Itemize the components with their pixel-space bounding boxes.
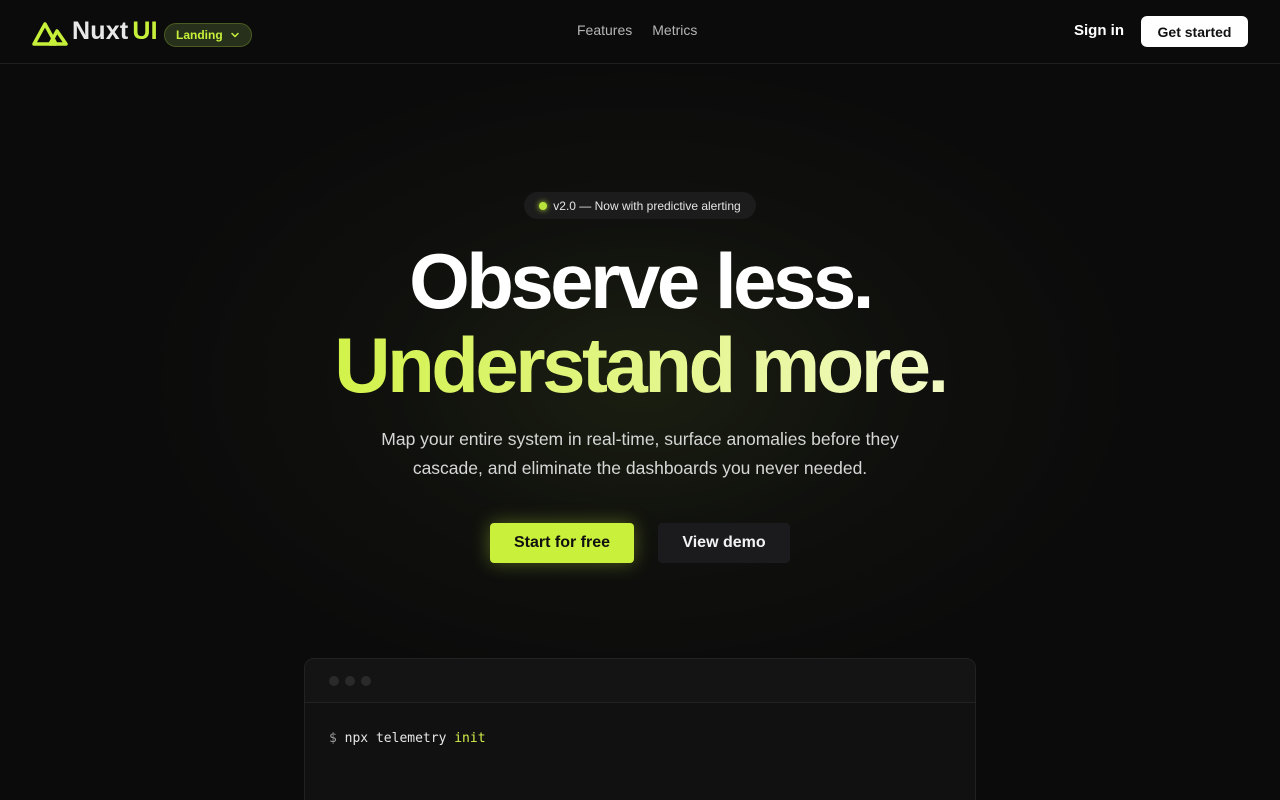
brand-name: Nuxt UI: [72, 17, 158, 45]
main-nav: Features Metrics: [577, 22, 697, 38]
hero-subtitle: Map your entire system in real-time, sur…: [381, 429, 899, 478]
hero-headline-line2-text: Understand more.: [334, 321, 949, 409]
start-free-button[interactable]: Start for free: [490, 523, 634, 563]
terminal-command-text: npx telemetry: [344, 731, 447, 746]
status-dot-icon: [539, 201, 548, 210]
get-started-button[interactable]: Get started: [1141, 16, 1248, 47]
template-select[interactable]: Landing: [164, 23, 252, 47]
hero-headline-line1: Observe less.: [409, 237, 874, 325]
hero-headline-line2: Understand more.: [0, 320, 1280, 410]
brand-logo[interactable]: Nuxt UI: [32, 17, 158, 46]
release-badge[interactable]: v2.0 — Now with predictive alerting: [524, 192, 756, 219]
release-badge-label: v2.0 — Now with predictive alerting: [553, 198, 741, 213]
template-select-value: Landing: [176, 28, 223, 42]
terminal-command-arg: init: [454, 731, 486, 746]
signin-link[interactable]: Sign in: [1074, 22, 1124, 39]
window-dot-icon: [329, 676, 339, 686]
terminal-window: $ npx telemetry init: [304, 658, 976, 800]
nuxt-logo-icon: [32, 21, 68, 46]
terminal-command[interactable]: $ npx telemetry init: [305, 703, 975, 774]
terminal-prompt: $: [329, 731, 337, 746]
nav-link-metrics[interactable]: Metrics: [652, 22, 697, 38]
terminal-titlebar: [305, 659, 975, 703]
nav-link-features[interactable]: Features: [577, 22, 632, 38]
chevron-down-icon: [230, 32, 239, 38]
top-navbar: Nuxt UI Landing Features Metrics Sign in …: [0, 0, 1280, 64]
window-dot-icon: [361, 676, 371, 686]
window-dot-icon: [345, 676, 355, 686]
view-demo-button[interactable]: View demo: [658, 523, 790, 563]
